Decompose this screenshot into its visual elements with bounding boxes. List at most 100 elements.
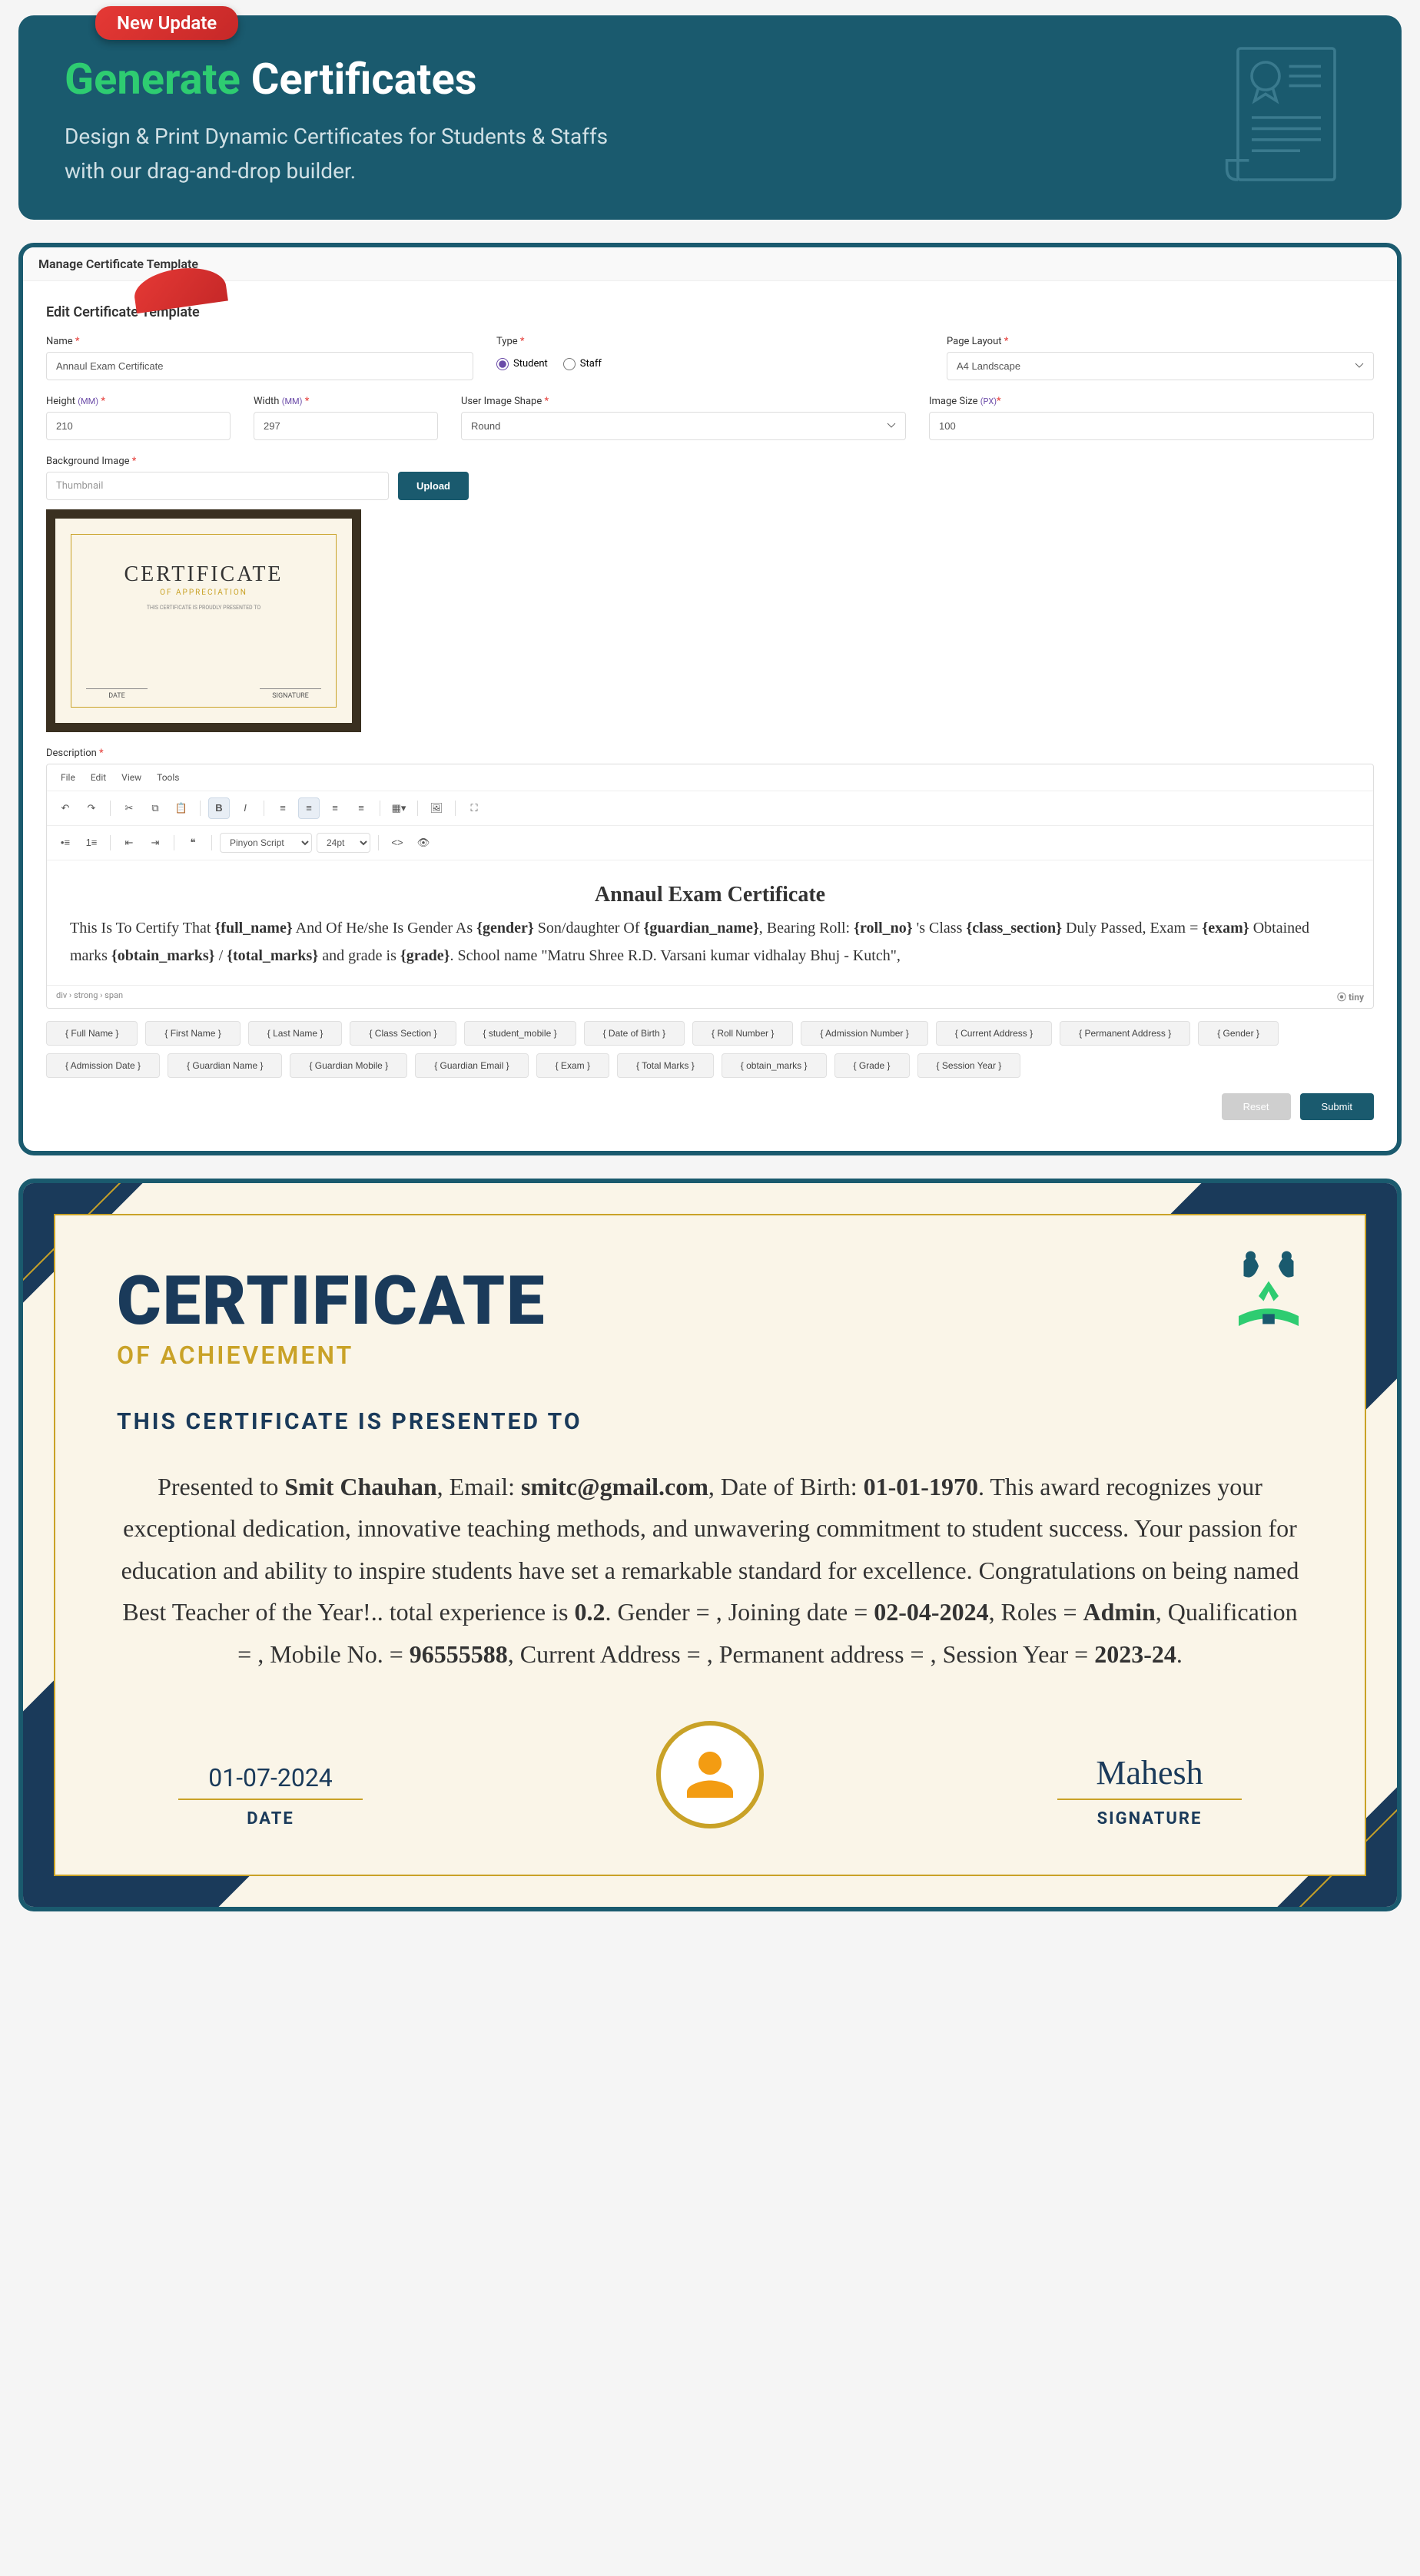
cut-icon[interactable]: ✂	[118, 797, 140, 819]
preview-date: DATE	[86, 688, 148, 700]
copy-icon[interactable]: ⧉	[144, 797, 166, 819]
cert-presented-to: THIS CERTIFICATE IS PRESENTED TO	[117, 1408, 1303, 1435]
placeholder-tag[interactable]: { Last Name }	[248, 1021, 343, 1046]
page-layout-label: Page Layout *	[947, 336, 1374, 347]
background-image-label: Background Image *	[46, 456, 469, 467]
font-size-select[interactable]: 24pt	[317, 833, 370, 853]
rich-editor: File Edit View Tools ↶ ↷ ✂ ⧉ 📋 B I ≡ ≡ ≡…	[46, 764, 1374, 1009]
align-right-icon[interactable]: ≡	[324, 797, 346, 819]
fullscreen-icon[interactable]: ⛶	[463, 797, 485, 819]
banner-description: Design & Print Dynamic Certificates for …	[65, 120, 987, 189]
cert-date-block: 01-07-2024 DATE	[178, 1763, 363, 1828]
bold-icon[interactable]: B	[208, 797, 230, 819]
manage-template-panel: Manage Certificate Template Edit Certifi…	[18, 243, 1402, 1155]
placeholder-tag[interactable]: { student_mobile }	[464, 1021, 576, 1046]
panel-title: Manage Certificate Template	[23, 247, 1397, 281]
new-update-badge: New Update	[95, 6, 238, 40]
preview-subtitle: OF APPRECIATION	[160, 588, 247, 597]
font-family-select[interactable]: Pinyon Script	[220, 833, 312, 853]
placeholder-tag[interactable]: { Admission Number }	[801, 1021, 927, 1046]
tiny-logo: ⦿ tiny	[1337, 990, 1364, 1003]
background-preview: CERTIFICATE OF APPRECIATION THIS CERTIFI…	[46, 509, 361, 732]
type-label: Type *	[496, 336, 924, 347]
user-avatar-icon	[656, 1721, 764, 1828]
thumbnail-input[interactable]: Thumbnail	[46, 472, 389, 500]
placeholder-tag[interactable]: { Full Name }	[46, 1021, 138, 1046]
placeholder-tag[interactable]: { obtain_marks }	[722, 1053, 827, 1078]
feature-banner: New Update Generate Certificates Design …	[18, 15, 1402, 220]
school-logo-icon	[1219, 1246, 1319, 1346]
menu-file[interactable]: File	[55, 769, 81, 786]
menu-view[interactable]: View	[115, 769, 148, 786]
form-heading: Edit Certificate Template	[46, 304, 1374, 320]
menu-edit[interactable]: Edit	[85, 769, 112, 786]
image-icon[interactable]: 🖼	[426, 797, 447, 819]
cert-date-label: DATE	[178, 1809, 363, 1828]
italic-icon[interactable]: I	[234, 797, 256, 819]
editor-title: Annaul Exam Certificate	[70, 876, 1350, 914]
upload-button[interactable]: Upload	[398, 472, 469, 500]
placeholder-tag[interactable]: { Session Year }	[917, 1053, 1021, 1078]
blockquote-icon[interactable]: ❝	[182, 832, 204, 854]
cert-signature-value: Mahesh	[1057, 1753, 1242, 1800]
align-justify-icon[interactable]: ≡	[350, 797, 372, 819]
placeholder-tag[interactable]: { Permanent Address }	[1060, 1021, 1190, 1046]
preview-icon[interactable]: 👁	[413, 832, 434, 854]
page-layout-select[interactable]: A4 Landscape	[947, 352, 1374, 380]
cert-heading: CERTIFICATE	[117, 1261, 1303, 1341]
image-size-input[interactable]	[929, 412, 1374, 440]
description-label: Description *	[46, 748, 1374, 759]
height-label: Height (MM) *	[46, 396, 231, 407]
editor-content-area[interactable]: Annaul Exam Certificate This Is To Certi…	[47, 860, 1373, 985]
type-staff-radio[interactable]: Staff	[563, 358, 602, 370]
image-shape-select[interactable]: Round	[461, 412, 906, 440]
name-input[interactable]	[46, 352, 473, 380]
preview-sig: SIGNATURE	[260, 688, 321, 700]
editor-toolbar-2: •≡ 1≡ ⇤ ⇥ ❝ Pinyon Script 24pt <> 👁	[47, 826, 1373, 860]
placeholder-tag[interactable]: { Admission Date }	[46, 1053, 160, 1078]
align-center-icon[interactable]: ≡	[298, 797, 320, 819]
placeholder-tag[interactable]: { Grade }	[834, 1053, 910, 1078]
placeholder-tag[interactable]: { Gender }	[1198, 1021, 1279, 1046]
placeholder-tags: { Full Name } { First Name } { Last Name }…	[46, 1021, 1374, 1078]
name-label: Name *	[46, 336, 473, 347]
indent-icon[interactable]: ⇥	[144, 832, 166, 854]
ribbon-tail-icon	[134, 269, 226, 307]
cert-body-text: Presented to Smit Chauhan, Email: smitc@…	[117, 1466, 1303, 1675]
preview-line: THIS CERTIFICATE IS PROUDLY PRESENTED TO	[147, 605, 260, 611]
element-path[interactable]: div › strong › span	[56, 990, 123, 1003]
cert-subheading: OF ACHIEVEMENT	[117, 1341, 1303, 1370]
editor-toolbar-1: ↶ ↷ ✂ ⧉ 📋 B I ≡ ≡ ≡ ≡ ▦▾ 🖼 ⛶	[47, 791, 1373, 826]
menu-tools[interactable]: Tools	[151, 769, 185, 786]
outdent-icon[interactable]: ⇤	[118, 832, 140, 854]
align-left-icon[interactable]: ≡	[272, 797, 294, 819]
undo-icon[interactable]: ↶	[55, 797, 76, 819]
editor-statusbar: div › strong › span ⦿ tiny	[47, 985, 1373, 1008]
banner-title-green: Generate	[65, 54, 241, 104]
placeholder-tag[interactable]: { Total Marks }	[617, 1053, 714, 1078]
paste-icon[interactable]: 📋	[171, 797, 192, 819]
certificate-output: CERTIFICATE OF ACHIEVEMENT THIS CERTIFIC…	[18, 1179, 1402, 1911]
height-input[interactable]	[46, 412, 231, 440]
bullet-list-icon[interactable]: •≡	[55, 832, 76, 854]
placeholder-tag[interactable]: { Roll Number }	[692, 1021, 793, 1046]
width-input[interactable]	[254, 412, 438, 440]
certificate-scroll-icon	[1217, 41, 1355, 194]
banner-title: Generate Certificates	[65, 54, 1355, 104]
placeholder-tag[interactable]: { Class Section }	[350, 1021, 456, 1046]
placeholder-tag[interactable]: { Current Address }	[936, 1021, 1052, 1046]
number-list-icon[interactable]: 1≡	[81, 832, 102, 854]
table-icon[interactable]: ▦▾	[388, 797, 410, 819]
cert-date-value: 01-07-2024	[178, 1763, 363, 1800]
redo-icon[interactable]: ↷	[81, 797, 102, 819]
placeholder-tag[interactable]: { First Name }	[145, 1021, 240, 1046]
placeholder-tag[interactable]: { Guardian Name }	[168, 1053, 282, 1078]
placeholder-tag[interactable]: { Guardian Email }	[415, 1053, 528, 1078]
placeholder-tag[interactable]: { Date of Birth }	[584, 1021, 685, 1046]
placeholder-tag[interactable]: { Guardian Mobile }	[290, 1053, 407, 1078]
reset-button[interactable]: Reset	[1222, 1093, 1291, 1120]
type-student-radio[interactable]: Student	[496, 358, 548, 370]
source-code-icon[interactable]: <>	[387, 832, 408, 854]
submit-button[interactable]: Submit	[1300, 1093, 1374, 1120]
placeholder-tag[interactable]: { Exam }	[536, 1053, 609, 1078]
